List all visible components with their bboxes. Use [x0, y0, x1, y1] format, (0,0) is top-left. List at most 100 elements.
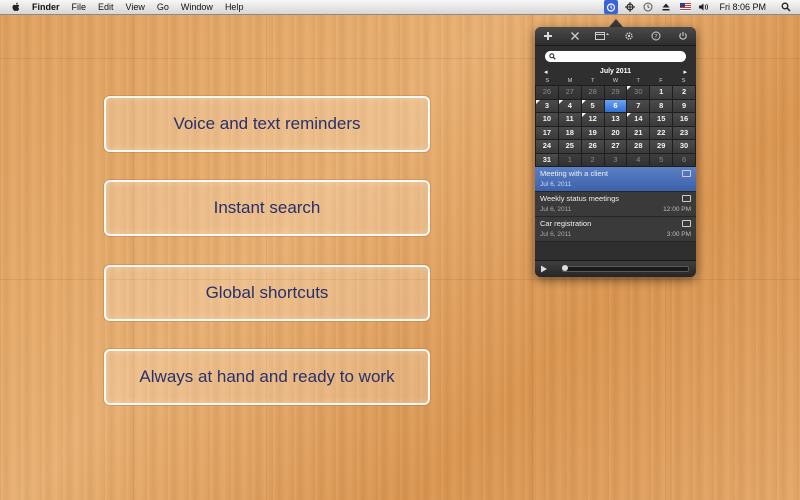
event-title: Weekly status meetings: [540, 194, 620, 203]
power-icon[interactable]: [674, 29, 692, 43]
calendar-day[interactable]: 8: [650, 99, 673, 112]
menu-extras: Fri 8:06 PM: [604, 0, 792, 14]
calendar-day-today[interactable]: 6: [604, 99, 627, 112]
delete-icon[interactable]: [566, 29, 584, 43]
calendar-day[interactable]: 4: [627, 153, 650, 166]
menu-edit[interactable]: Edit: [98, 2, 114, 12]
search-input[interactable]: [556, 52, 679, 61]
calendar-day[interactable]: 5: [650, 153, 673, 166]
weekday-label: F: [659, 78, 663, 84]
calendar-day[interactable]: 14: [627, 113, 650, 126]
calendar-day[interactable]: 27: [558, 86, 581, 99]
feature-label: Instant search: [213, 198, 321, 217]
event-list: Meeting with a client Jul 6, 2011 Weekly s…: [535, 167, 696, 242]
volume-icon[interactable]: [697, 1, 709, 13]
svg-text:?: ?: [654, 33, 657, 40]
menu-app-name[interactable]: Finder: [32, 2, 60, 12]
search-icon: [549, 53, 556, 60]
calendar-day[interactable]: 28: [581, 86, 604, 99]
calendar-day[interactable]: 23: [673, 126, 695, 139]
menu-clock[interactable]: Fri 8:06 PM: [719, 2, 766, 12]
calendar-day[interactable]: 7: [627, 99, 650, 112]
feature-label: Global shortcuts: [205, 283, 329, 302]
event-item[interactable]: Meeting with a client Jul 6, 2011: [535, 167, 696, 192]
us-flag-input-icon[interactable]: [680, 3, 692, 11]
popup-arrow: [609, 19, 623, 27]
calendar-day[interactable]: 26: [581, 140, 604, 153]
event-item[interactable]: Weekly status meetings Jul 6, 2011 12:00 P…: [535, 192, 696, 217]
feature-card-reminders: Voice and text reminders: [104, 96, 430, 152]
calendar-day[interactable]: 3: [536, 99, 558, 112]
calendar-day[interactable]: 5: [581, 99, 604, 112]
play-icon[interactable]: [540, 264, 550, 274]
calendar-day[interactable]: 1: [650, 86, 673, 99]
event-date: Jul 6, 2011: [540, 181, 572, 188]
calendar-day[interactable]: 3: [604, 153, 627, 166]
weekday-label: W: [612, 78, 619, 84]
calendar-day[interactable]: 12: [581, 113, 604, 126]
event-title: Meeting with a client: [540, 169, 608, 178]
calendar-day[interactable]: 27: [604, 140, 627, 153]
prev-month-button[interactable]: ◂: [544, 68, 548, 76]
feature-card-search: Instant search: [104, 180, 430, 236]
calendar-day[interactable]: 26: [536, 86, 558, 99]
calendar-day[interactable]: 17: [536, 126, 558, 139]
popup-toolbar: ?: [535, 27, 696, 46]
event-item[interactable]: Car registration Jul 6, 2011 3:00 PM: [535, 217, 696, 242]
menu-file[interactable]: File: [72, 2, 87, 12]
calendar-day[interactable]: 29: [604, 86, 627, 99]
apple-logo-icon[interactable]: [10, 1, 22, 13]
calendar-day[interactable]: 30: [673, 140, 695, 153]
calendar-grid: 26 27 28 29 30 1 2 3 4 5 6 7 8 9 10 11 12 13 14 15 16 17 18 19 2…: [535, 85, 696, 167]
calendar-day[interactable]: 31: [536, 153, 558, 166]
view-menu-icon[interactable]: [593, 29, 611, 43]
menu-go[interactable]: Go: [157, 2, 169, 12]
weekday-label: T: [591, 78, 595, 84]
help-icon[interactable]: ?: [647, 29, 665, 43]
calendar-day[interactable]: 15: [650, 113, 673, 126]
calendar-day[interactable]: 28: [627, 140, 650, 153]
calendar-day[interactable]: 20: [604, 126, 627, 139]
calendar-day[interactable]: 13: [604, 113, 627, 126]
weekday-label: S: [681, 78, 686, 84]
add-icon[interactable]: [539, 29, 557, 43]
event-title: Car registration: [540, 219, 592, 228]
event-time: 12:00 PM: [663, 206, 691, 213]
playback-slider[interactable]: [562, 265, 689, 272]
calendar-day[interactable]: 2: [581, 153, 604, 166]
search-field[interactable]: [545, 51, 686, 62]
time-machine-icon[interactable]: [642, 1, 654, 13]
calendar-day[interactable]: 22: [650, 126, 673, 139]
audio-player: [535, 260, 696, 277]
settings-gear-icon[interactable]: [620, 29, 638, 43]
calendar-day[interactable]: 11: [558, 113, 581, 126]
playback-knob[interactable]: [562, 265, 568, 271]
calendar-month-title: July 2011: [599, 68, 632, 75]
calendar-day[interactable]: 21: [627, 126, 650, 139]
calendar-day[interactable]: 19: [581, 126, 604, 139]
feature-card-always-at-hand: Always at hand and ready to work: [104, 349, 430, 405]
calendar-day[interactable]: 4: [558, 99, 581, 112]
calendar-day[interactable]: 30: [627, 86, 650, 99]
spotlight-search-icon[interactable]: [780, 1, 792, 13]
calendar-day[interactable]: 2: [673, 86, 695, 99]
event-time: 3:00 PM: [666, 231, 691, 238]
reminder-alarm-icon[interactable]: [604, 0, 619, 14]
crosshair-icon[interactable]: [624, 1, 636, 13]
calendar-day[interactable]: 9: [673, 99, 695, 112]
calendar-day[interactable]: 24: [536, 140, 558, 153]
menu-help[interactable]: Help: [225, 2, 244, 12]
calendar-day[interactable]: 1: [558, 153, 581, 166]
calendar-day[interactable]: 10: [536, 113, 558, 126]
calendar-day[interactable]: 25: [558, 140, 581, 153]
weekday-label: M: [567, 78, 573, 84]
calendar-day[interactable]: 18: [558, 126, 581, 139]
calendar-day[interactable]: 6: [673, 153, 695, 166]
menu-window[interactable]: Window: [181, 2, 213, 12]
calendar-day[interactable]: 29: [650, 140, 673, 153]
next-month-button[interactable]: ▸: [683, 68, 687, 76]
menu-bar: Finder File Edit View Go Window Help Fri…: [0, 0, 800, 15]
calendar-day[interactable]: 16: [673, 113, 695, 126]
eject-icon[interactable]: [660, 1, 672, 13]
menu-view[interactable]: View: [126, 2, 145, 12]
